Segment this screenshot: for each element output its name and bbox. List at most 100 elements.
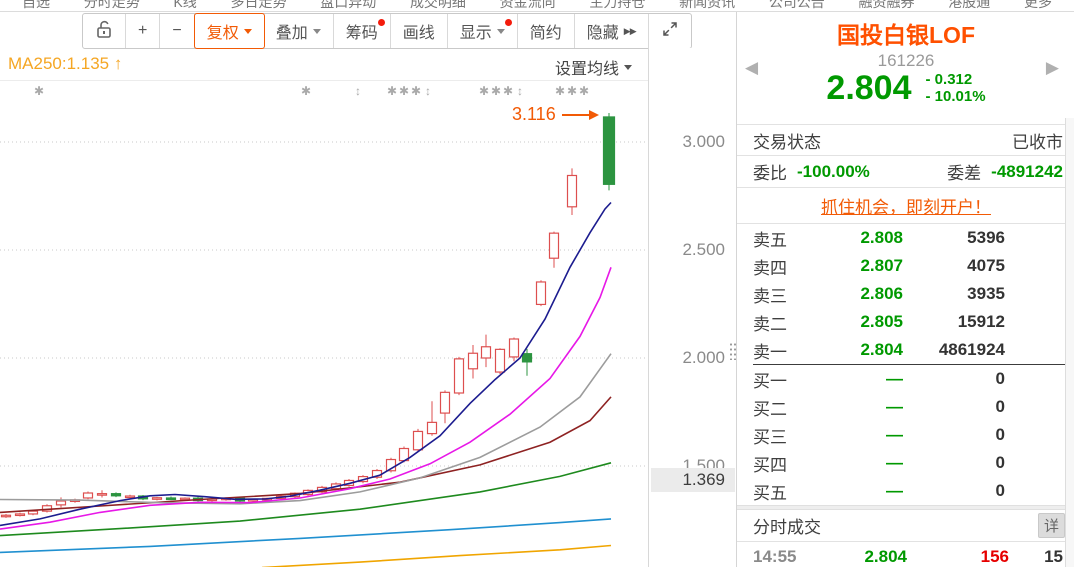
bid-levels: 买一—0买二—0买三—0买四—0买五—0 bbox=[737, 365, 1074, 505]
double-chevron-icon: ▶▶ bbox=[624, 26, 636, 37]
level-label: 买四 bbox=[753, 451, 817, 476]
toolbar-button-label: 隐藏 bbox=[587, 19, 619, 43]
top-menu-item[interactable]: 多日走势 bbox=[231, 0, 287, 12]
orderbook-row: 卖一2.8044861924 bbox=[737, 336, 1074, 364]
top-menu-item[interactable]: K线 bbox=[173, 0, 196, 12]
quote-panel: ◀ ▶ 国投白银LOF 161226 2.804 - 0.312- 10.01%… bbox=[736, 12, 1074, 567]
level-volume: 4861924 bbox=[909, 340, 1005, 360]
top-menu-item[interactable]: 自选 bbox=[22, 0, 50, 12]
ask-levels: 卖五2.8085396卖四2.8074075卖三2.8063935卖二2.805… bbox=[737, 224, 1074, 364]
top-menu-item[interactable]: 融资融券 bbox=[859, 0, 915, 12]
toolbar-button-fullscreen[interactable] bbox=[649, 14, 691, 48]
prev-stock-arrow-icon[interactable]: ◀ bbox=[745, 58, 758, 78]
level-volume: 0 bbox=[909, 453, 1005, 473]
ma250-label: MA250:1.135 ↑ bbox=[8, 54, 122, 74]
level-price: 2.806 bbox=[823, 284, 903, 304]
orderbook-row: 卖五 2.808 5396 bbox=[737, 224, 1074, 252]
level-price: 2.804 bbox=[823, 340, 903, 360]
top-menu-item[interactable]: 更多 bbox=[1024, 0, 1052, 12]
orderbook-row: 卖二 2.805 15912 bbox=[737, 308, 1074, 336]
trade-status-label: 交易状态 bbox=[753, 128, 821, 153]
level-price: — bbox=[823, 481, 903, 501]
toolbar-button-zoom-in[interactable]: + bbox=[126, 14, 160, 48]
top-menu-item[interactable]: 主力持仓 bbox=[589, 0, 645, 12]
axis-tick-label: 2.000 bbox=[682, 348, 725, 368]
orderbook-row: 买五—0 bbox=[737, 477, 1074, 505]
toolbar-button-label: 显示 bbox=[460, 19, 492, 43]
quote-scrollbar[interactable] bbox=[1065, 118, 1074, 567]
toolbar-button-xianshi[interactable]: 显示 bbox=[448, 14, 518, 48]
top-menu-item[interactable]: 新闻资讯 bbox=[679, 0, 735, 12]
trade-count: 15 bbox=[1015, 547, 1063, 567]
stock-app-window: 自选 分时走势 K线 多日走势 盘口异动 成交明细 资金流向 主力持仓 新闻资讯 公司公告 融资融券… bbox=[0, 0, 1074, 567]
orderbook-row: 买三 — 0 bbox=[737, 421, 1074, 449]
top-menu-item[interactable]: 分时走势 bbox=[84, 0, 140, 12]
toolbar-button-label: 筹码 bbox=[346, 19, 378, 43]
open-account-link[interactable]: 抓住机会，即刻开户！ bbox=[821, 193, 991, 218]
orderbook-row: 卖四2.8074075 bbox=[737, 252, 1074, 280]
chevron-down-icon bbox=[244, 29, 252, 34]
toolbar-button-lock[interactable] bbox=[83, 14, 126, 48]
arrow-right-icon bbox=[560, 108, 600, 122]
expand-icon bbox=[661, 20, 679, 43]
orderbook-row: 买四—0 bbox=[737, 449, 1074, 477]
up-arrow-icon: ↑ bbox=[114, 54, 123, 73]
level-volume: 0 bbox=[909, 481, 1005, 501]
candlestick-chart[interactable] bbox=[0, 79, 648, 567]
level-volume: 3935 bbox=[909, 284, 1005, 304]
tick-trade-list: 14:55 2.804 156 15 bbox=[737, 542, 1074, 567]
level-price: 2.808 bbox=[823, 228, 903, 248]
level-volume: 5396 bbox=[909, 228, 1005, 248]
weibi-value: -100.00% bbox=[797, 162, 870, 182]
trade-price: 2.804 bbox=[823, 547, 907, 567]
level-label: 卖二 bbox=[753, 310, 817, 335]
top-menu-item[interactable]: 公司公告 bbox=[769, 0, 825, 12]
level-price: — bbox=[823, 397, 903, 417]
toolbar-button-fuquan[interactable]: 复权 bbox=[194, 13, 265, 49]
top-menu-item[interactable]: 盘口异动 bbox=[320, 0, 376, 12]
price-axis: 3.0002.5002.0001.5001.369 bbox=[648, 48, 737, 567]
toolbar-button-label: 画线 bbox=[403, 19, 435, 43]
ma-settings-button[interactable]: 设置均线 bbox=[555, 55, 632, 79]
toolbar-button-jianyue[interactable]: 简约 bbox=[518, 14, 575, 48]
next-stock-arrow-icon[interactable]: ▶ bbox=[1046, 58, 1059, 78]
top-menu-item[interactable]: 成交明细 bbox=[410, 0, 466, 12]
trade-volume: 156 bbox=[913, 547, 1009, 567]
level-label: 卖五 bbox=[753, 226, 817, 251]
level-price: — bbox=[823, 425, 903, 445]
stock-name: 国投白银LOF bbox=[737, 16, 1074, 50]
level-volume: 0 bbox=[909, 397, 1005, 417]
toolbar-button-label: 简约 bbox=[530, 19, 562, 43]
level-label: 买三 bbox=[753, 423, 817, 448]
tick-trade-row: 14:55 2.804 156 15 bbox=[737, 542, 1074, 567]
level-label: 卖三 bbox=[753, 282, 817, 307]
panel-resize-grip[interactable] bbox=[729, 342, 737, 360]
toolbar-button-chouma[interactable]: 筹码 bbox=[334, 14, 391, 48]
toolbar-button-zoom-out[interactable]: − bbox=[160, 14, 194, 48]
chevron-down-icon bbox=[624, 65, 632, 70]
level-label: 买一 bbox=[753, 367, 817, 392]
toolbar-button-diejia[interactable]: 叠加 bbox=[264, 14, 334, 48]
ma-settings-label: 设置均线 bbox=[555, 55, 619, 79]
level-volume: 0 bbox=[909, 425, 1005, 445]
level-volume: 4075 bbox=[909, 256, 1005, 276]
tick-detail-button[interactable]: 详 bbox=[1038, 513, 1065, 538]
orderbook-row: 买二 — 0 bbox=[737, 393, 1074, 421]
notification-dot-icon bbox=[378, 19, 385, 26]
level-price: 2.807 bbox=[823, 256, 903, 276]
level-price: 2.805 bbox=[823, 312, 903, 332]
trade-status-value: 已收市 bbox=[1012, 128, 1063, 153]
toolbar-button-yincang[interactable]: 隐藏 ▶▶ bbox=[575, 14, 649, 48]
chart-header-row: MA250:1.135 ↑ 设置均线 bbox=[0, 50, 648, 81]
weicha-value: -4891242 bbox=[991, 162, 1063, 182]
trade-time: 14:55 bbox=[753, 547, 817, 567]
level-label: 买二 bbox=[753, 395, 817, 420]
level-volume: 15912 bbox=[909, 312, 1005, 332]
lock-open-icon bbox=[95, 19, 113, 44]
top-menu-item[interactable]: 港股通 bbox=[948, 0, 990, 12]
toolbar-button-label: 叠加 bbox=[276, 19, 308, 43]
top-menu-item[interactable]: 资金流向 bbox=[500, 0, 556, 12]
notification-dot-icon bbox=[505, 19, 512, 26]
axis-tick-label: 3.000 bbox=[682, 132, 725, 152]
toolbar-button-huaxian[interactable]: 画线 bbox=[391, 14, 448, 48]
